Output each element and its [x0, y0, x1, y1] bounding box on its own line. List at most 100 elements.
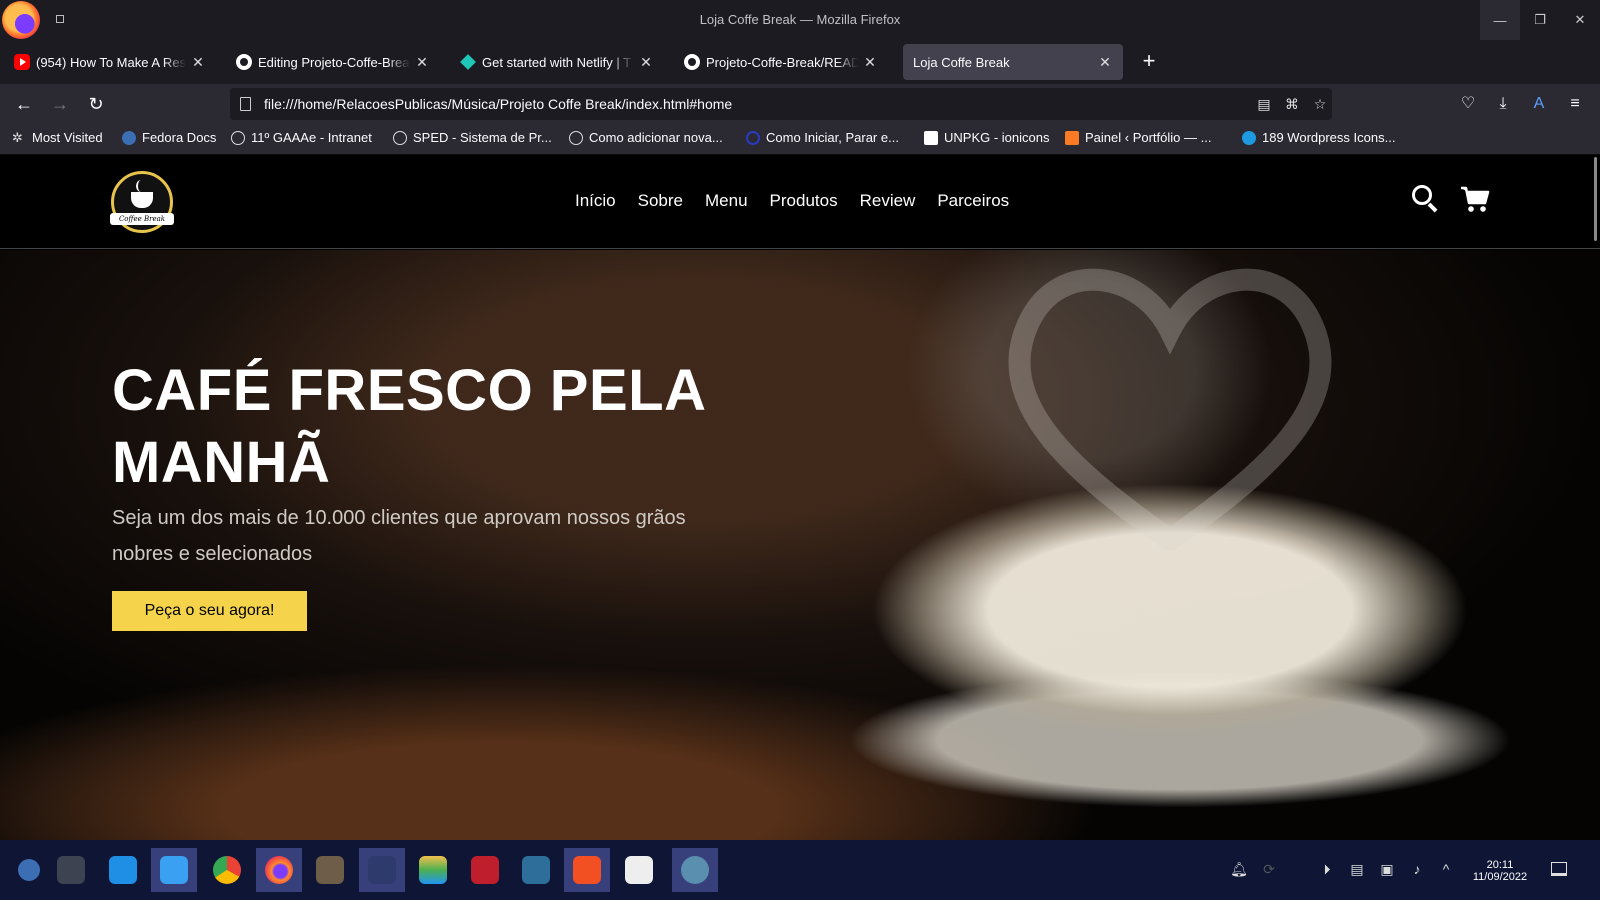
unpkg-icon	[924, 130, 938, 145]
bookmark-label: UNPKG - ionicons	[944, 130, 1050, 145]
web-page: Coffee Break Início Sobre Menu Produtos …	[0, 155, 1600, 840]
steam-icon	[136, 180, 146, 192]
show-desktop-icon[interactable]	[1551, 862, 1567, 876]
text-editor-icon[interactable]	[616, 848, 662, 892]
bookmark-sped[interactable]: SPED - Sistema de Pr...	[393, 130, 552, 145]
bookmark-star-icon[interactable]: ☆	[1310, 94, 1330, 114]
settings-app-icon[interactable]	[48, 848, 94, 892]
fedora-icon	[122, 130, 136, 145]
bookmark-painel-portfolio[interactable]: Painel ‹ Portfólio — ...	[1065, 130, 1211, 145]
globe-icon	[393, 130, 407, 145]
tab-title: Editing Projeto-Coffe-Break	[258, 54, 410, 70]
reader-view-icon[interactable]: ▤	[1254, 94, 1274, 114]
tab-close-icon[interactable]: ✕	[638, 54, 654, 71]
tab-title: Projeto-Coffe-Break/READM	[706, 54, 858, 70]
clipboard-icon[interactable]: ▤	[1348, 860, 1366, 878]
bookmark-label: 189 Wordpress Icons...	[1262, 130, 1396, 145]
downloads-icon[interactable]: ⤓	[1491, 92, 1515, 116]
search-site-icon	[1242, 130, 1256, 145]
url-bar[interactable]: file:///home/RelacoesPublicas/Música/Pro…	[230, 88, 1332, 120]
url-text[interactable]: file:///home/RelacoesPublicas/Música/Pro…	[264, 96, 732, 112]
volume-icon[interactable]: ♪	[1408, 860, 1426, 878]
translate-icon[interactable]: ⌘	[1282, 94, 1302, 114]
tab-title: Loja Coffe Break	[913, 54, 1010, 70]
network-icon[interactable]: ▣	[1378, 860, 1396, 878]
pocket-icon[interactable]: ♡	[1456, 92, 1480, 116]
nav-link-parceiros[interactable]: Parceiros	[937, 191, 1009, 211]
minimize-button[interactable]: —	[1480, 0, 1520, 40]
github-icon	[684, 54, 700, 70]
file-manager-icon[interactable]	[151, 848, 197, 892]
brave-icon[interactable]	[564, 848, 610, 892]
page-scrollbar[interactable]	[1594, 157, 1597, 241]
bookmark-label: Como Iniciar, Parar e...	[766, 130, 899, 145]
tab-title: (954) How To Make A Respo	[36, 54, 186, 70]
translate-extension-icon[interactable]: A	[1527, 92, 1551, 116]
coffee-cup-icon	[131, 192, 153, 208]
nav-link-menu[interactable]: Menu	[705, 191, 748, 211]
hero-subtitle: Seja um dos mais de 10.000 clientes que …	[112, 507, 686, 565]
menu-icon[interactable]: ≡	[1563, 92, 1587, 116]
gimp-icon[interactable]	[307, 848, 353, 892]
bookmark-label: 11º GAAAe - Intranet	[251, 130, 372, 145]
xampp-icon	[1065, 130, 1079, 145]
close-window-button[interactable]: ✕	[1560, 0, 1600, 40]
chevron-up-icon[interactable]: ^	[1437, 860, 1455, 878]
media-player-icon[interactable]: ⏵	[1318, 860, 1336, 878]
screenshot-icon[interactable]	[672, 848, 718, 892]
fedora-start-icon[interactable]	[6, 848, 52, 892]
notifications-icon[interactable]: 🔔︎	[1230, 860, 1248, 878]
globe-icon	[231, 130, 245, 145]
tab-loja-coffe-break[interactable]: Loja Coffe Break ✕	[903, 44, 1123, 80]
vscode-icon[interactable]	[359, 848, 405, 892]
bookmark-como-iniciar[interactable]: Como Iniciar, Parar e...	[746, 130, 899, 145]
hero-section: CAFÉ FRESCO PELA MANHÃ Seja um dos mais …	[0, 250, 1600, 840]
netlify-icon	[460, 54, 476, 70]
bookmark-label: Painel ‹ Portfólio — ...	[1085, 130, 1212, 145]
maximize-button[interactable]: ❐	[1520, 0, 1560, 40]
mysql-workbench-icon[interactable]	[513, 848, 559, 892]
filezilla-icon[interactable]	[462, 848, 508, 892]
coffee-break-logo[interactable]: Coffee Break	[110, 171, 174, 233]
site-header: Coffee Break Início Sobre Menu Produtos …	[0, 155, 1600, 249]
bookmark-wordpress-icons[interactable]: 189 Wordpress Icons...	[1242, 130, 1395, 145]
tab-close-icon[interactable]: ✕	[862, 54, 878, 71]
cart-icon[interactable]	[1460, 185, 1490, 213]
search-icon[interactable]	[1412, 185, 1438, 213]
page-icon	[240, 97, 251, 111]
bookmark-unpkg[interactable]: UNPKG - ionicons	[924, 130, 1049, 145]
chrome-icon[interactable]	[204, 848, 250, 892]
nav-link-sobre[interactable]: Sobre	[638, 191, 683, 211]
order-now-button[interactable]: Peça o seu agora!	[112, 591, 307, 631]
forward-button[interactable]: →	[46, 90, 74, 118]
bookmark-fedora-docs[interactable]: Fedora Docs	[122, 130, 216, 145]
tab-close-icon[interactable]: ✕	[414, 54, 430, 71]
nav-link-produtos[interactable]: Produtos	[770, 191, 838, 211]
tab-github-readme[interactable]: Projeto-Coffe-Break/READM ✕	[674, 44, 888, 80]
bookmark-most-visited[interactable]: ✲ Most Visited	[12, 130, 103, 145]
reload-button[interactable]: ↻	[82, 90, 110, 118]
clock[interactable]: 20:11 11/09/2022	[1470, 859, 1530, 883]
tab-close-icon[interactable]: ✕	[190, 54, 206, 71]
layers-app-icon[interactable]	[410, 848, 456, 892]
window-titlebar: Loja Coffe Break — Mozilla Firefox — ❐ ✕	[0, 0, 1600, 40]
globe-icon	[569, 130, 583, 145]
bookmark-como-adicionar[interactable]: Como adicionar nova...	[569, 130, 723, 145]
back-button[interactable]: ←	[10, 90, 38, 118]
tab-netlify[interactable]: Get started with Netlify | T ✕	[450, 44, 664, 80]
tab-strip: (954) How To Make A Respo ✕ Editing Proj…	[0, 40, 1600, 84]
tab-youtube[interactable]: (954) How To Make A Respo ✕	[4, 44, 216, 80]
logo-banner: Coffee Break	[110, 213, 174, 225]
software-store-icon[interactable]	[100, 848, 146, 892]
nav-link-review[interactable]: Review	[860, 191, 916, 211]
firefox-taskbar-icon[interactable]	[256, 848, 302, 892]
tab-github-editing[interactable]: Editing Projeto-Coffe-Break ✕	[226, 44, 440, 80]
gear-icon: ✲	[12, 129, 23, 145]
sync-icon[interactable]: ⟳	[1260, 860, 1278, 878]
bookmark-intranet[interactable]: 11º GAAAe - Intranet	[231, 130, 372, 145]
nav-link-inicio[interactable]: Início	[575, 191, 616, 211]
bookmark-label: Como adicionar nova...	[589, 130, 723, 145]
new-tab-button[interactable]: +	[1135, 48, 1163, 76]
window-title: Loja Coffe Break — Mozilla Firefox	[699, 12, 901, 27]
tab-close-icon[interactable]: ✕	[1097, 54, 1113, 71]
